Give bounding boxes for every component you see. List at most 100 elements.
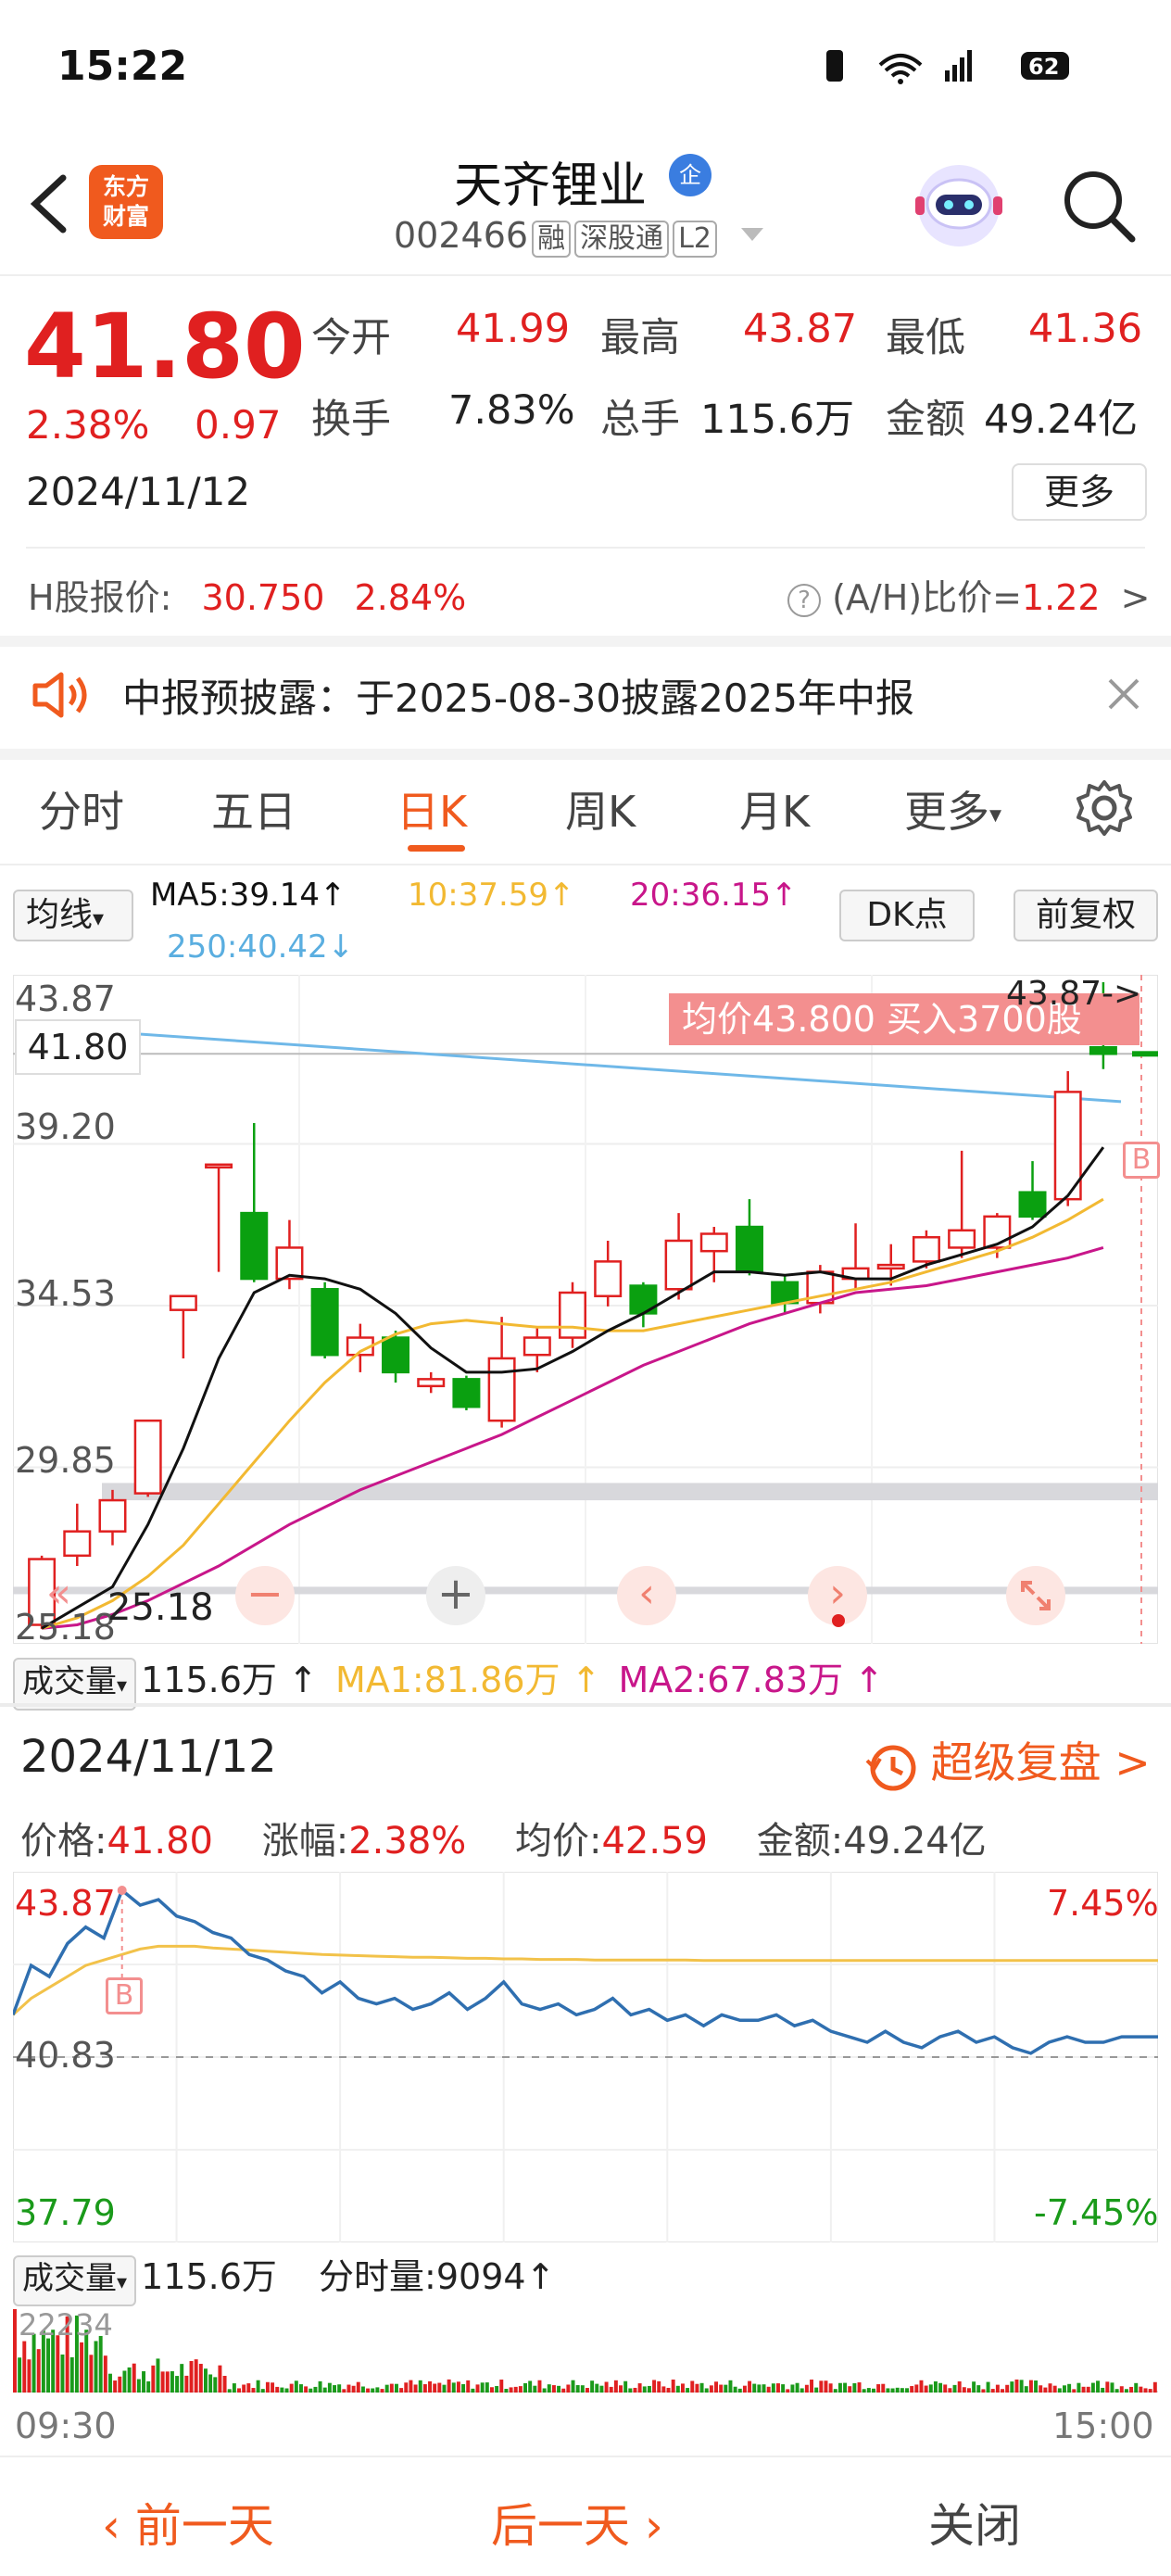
ts-vol-bar [872, 2388, 875, 2393]
ts-buy-marker[interactable]: B [106, 1977, 143, 2014]
ts-vol-bar [509, 2387, 513, 2393]
next-day-label: 后一天 [491, 2499, 630, 2553]
ts-vol-bar [380, 2389, 384, 2393]
tab-intraday[interactable]: 分时 [39, 778, 124, 840]
ts-vol-bar [156, 2358, 160, 2393]
ts-tick-volume: 分时量:9094↑ [319, 2256, 556, 2297]
next-day-button[interactable]: 后一天 › [491, 2489, 663, 2556]
app-logo[interactable]: 东方 财富 [89, 165, 163, 239]
candle-body [1018, 1191, 1047, 1219]
ts-vol-bar [1067, 2383, 1072, 2393]
adjust-button[interactable]: 前复权 [1014, 890, 1158, 941]
candle-body [948, 1229, 976, 1249]
ts-vol-bar [299, 2384, 303, 2393]
ts-vol-bar [1119, 2386, 1124, 2393]
tab-active-indicator [408, 845, 465, 852]
ts-vol-bar [637, 2383, 642, 2393]
turnover-value: 7.83% [448, 387, 575, 434]
ts-time-end: 15:00 [1052, 2406, 1154, 2446]
tab-monthly-k[interactable]: 月K [739, 778, 810, 840]
ts-vol-bar [346, 2384, 351, 2393]
ts-vol-bar [586, 2388, 589, 2393]
tab-weekly-k[interactable]: 周K [565, 778, 636, 840]
ts-vol-bar [733, 2386, 737, 2393]
tab-more[interactable]: 更多▾ [904, 778, 1001, 840]
more-button[interactable]: 更多 [1012, 463, 1147, 521]
ts-vol-bar [184, 2375, 189, 2393]
ts-vol-bar [46, 2338, 50, 2393]
ts-vol-bar [1024, 2386, 1028, 2393]
ah-ratio[interactable]: ? (A/H)比价=1.22 > [787, 569, 1151, 620]
ts-vol-bar [371, 2388, 375, 2393]
close-notice-button[interactable] [1102, 673, 1145, 719]
enterprise-badge: 企 [669, 154, 711, 196]
candle-body [205, 1163, 233, 1169]
history-icon [865, 1745, 916, 1790]
h-share-row[interactable]: H股报价: 30.750 2.84% [28, 569, 466, 620]
search-button[interactable] [1056, 163, 1140, 246]
ts-vol-bar [132, 2363, 136, 2393]
stock-code-row[interactable]: 002466 融深股通 L2 [394, 215, 717, 258]
ts-vol-bar [399, 2388, 404, 2393]
current-price-tick [1132, 1051, 1158, 1057]
price-label: 价格: [20, 1820, 107, 1863]
ts-volume-select[interactable]: 成交量▾ [13, 2255, 137, 2306]
timeshare-info: 价格:41.80 涨幅:2.38% 均价:42.59 金额:49.24亿 [20, 1811, 987, 1864]
ts-vol-bar [333, 2385, 336, 2393]
ts-vol-bar [709, 2385, 713, 2393]
timeshare-date: 2024/11/12 [20, 1731, 277, 1783]
ts-vol-bar [666, 2387, 671, 2393]
ts-pct-top: 7.45% [1047, 1883, 1159, 1924]
rewind-icon[interactable]: « [46, 1570, 71, 1617]
ts-vol-bar [246, 2383, 251, 2393]
ma-select[interactable]: 均线▾ [13, 890, 133, 941]
tab-five-day[interactable]: 五日 [211, 778, 296, 840]
ts-vol-bar [580, 2385, 585, 2393]
amount-label: 金额: [756, 1820, 844, 1863]
dropdown-caret-icon[interactable] [741, 228, 763, 241]
back-button[interactable] [19, 167, 83, 241]
ts-y-top: 43.87 [15, 1883, 116, 1924]
ts-vol-bar [810, 2380, 813, 2393]
zoom-in-button[interactable]: + [426, 1566, 485, 1625]
settings-button[interactable] [1075, 778, 1134, 841]
battery-level: 62 [1028, 54, 1059, 80]
kline-chart[interactable] [13, 975, 1158, 1644]
ts-vol-bar [776, 2383, 780, 2393]
search-icon [1064, 171, 1136, 243]
ts-vol-bar [327, 2382, 332, 2393]
ts-vol-bar [318, 2380, 322, 2393]
ts-vol-bar [242, 2384, 246, 2393]
candle-body [240, 1211, 269, 1281]
ts-vol-bar [1096, 2380, 1100, 2393]
ts-vol-bar [456, 2381, 460, 2393]
candle-body [664, 1239, 693, 1291]
fullscreen-button[interactable] [1006, 1566, 1065, 1625]
ts-vol-bar [56, 2335, 60, 2393]
candle-body [876, 1263, 905, 1270]
ts-vol-bar [857, 2382, 862, 2393]
buy-marker[interactable]: B [1123, 1142, 1160, 1179]
ts-vol-bar [575, 2385, 580, 2393]
volume-ma-row: 成交量▾ 115.6万 ↑ MA1:81.86万 ↑ MA2:67.83万 ↑ [13, 1651, 884, 1711]
ts-vol-bar [523, 2382, 527, 2393]
ts-vol-bar [890, 2388, 895, 2393]
super-replay-button[interactable]: 超级复盘 > [865, 1729, 1151, 1792]
ts-vol-bar [752, 2383, 757, 2393]
ts-vol-bar [1101, 2387, 1105, 2393]
zoom-out-button[interactable]: − [235, 1566, 295, 1625]
previous-day-button[interactable]: ‹ 前一天 [102, 2489, 274, 2556]
intraday-chart[interactable] [13, 1872, 1158, 2242]
pan-left-button[interactable]: ‹ [617, 1566, 676, 1625]
ts-vol-bar [337, 2384, 342, 2393]
tab-daily-k[interactable]: 日K [397, 778, 467, 840]
section-gap [0, 636, 1171, 647]
dk-point-button[interactable]: DK点 [839, 890, 975, 941]
close-button[interactable]: 关闭 [928, 2489, 1021, 2556]
ts-vol-bar [962, 2387, 966, 2393]
avg-value: 42.59 [601, 1820, 708, 1863]
assistant-robot-icon[interactable] [908, 158, 1010, 250]
high-marker: 43.87-> [1006, 975, 1142, 1013]
volume-label: 总手 [600, 397, 680, 443]
ts-vol-bar [284, 2388, 289, 2393]
